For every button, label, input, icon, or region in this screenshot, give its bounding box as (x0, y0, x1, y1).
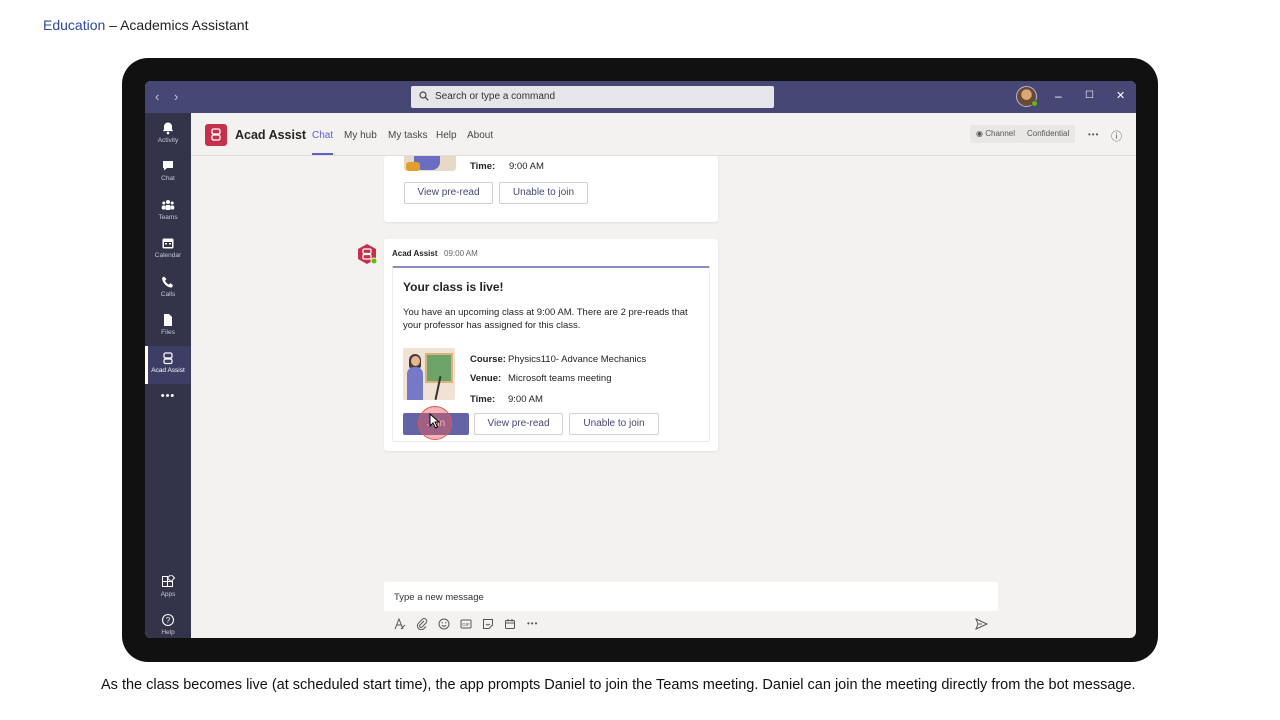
course-label: Course: (470, 354, 506, 365)
rail-item-apps[interactable]: Apps (145, 570, 191, 608)
course-value: Physics110- Advance Mechanics (508, 354, 647, 365)
more-apps-icon[interactable]: ••• (145, 390, 191, 428)
more-actions-icon[interactable]: ••• (527, 619, 538, 628)
rail-label: Calls (160, 291, 176, 298)
teams-icon (161, 200, 175, 210)
file-icon (164, 314, 172, 326)
emoji-icon[interactable] (438, 618, 450, 630)
bot-message-card: Acad Assist 09:00 AM Your class is live!… (384, 239, 718, 451)
message-sender: Acad Assist (392, 249, 438, 258)
search-input[interactable]: Search or type a command (411, 86, 774, 108)
maximize-icon[interactable]: ☐ (1085, 90, 1094, 101)
channel-badge: ◉ Channel (970, 125, 1022, 143)
unable-to-join-button[interactable]: Unable to join (569, 413, 659, 435)
card-body: You have an upcoming class at 9:00 AM. T… (403, 307, 688, 331)
rail-label: Acad Assist (151, 367, 185, 374)
tab-my-hub[interactable]: My hub (344, 130, 377, 141)
phone-icon (162, 276, 174, 288)
view-pre-read-button[interactable]: View pre-read (474, 413, 563, 435)
back-arrow-icon[interactable]: ‹ (155, 89, 159, 104)
close-icon[interactable]: ✕ (1116, 89, 1125, 102)
time-label: Time: (470, 394, 496, 405)
user-avatar[interactable] (1016, 86, 1038, 107)
breadcrumb-separator: – (109, 17, 117, 33)
minimize-icon[interactable]: – (1055, 89, 1062, 103)
slide-title: Academics Assistant (120, 17, 249, 33)
slide-header: Education – Academics Assistant (43, 17, 248, 33)
unable-to-join-button[interactable]: Unable to join (499, 182, 588, 204)
svg-text:?: ? (166, 616, 171, 625)
rail-item-teams[interactable]: Teams (145, 193, 191, 231)
previous-message-card: Time: 9:00 AM View pre-read Unable to jo… (384, 156, 718, 222)
time-value: 9:00 AM (508, 394, 543, 405)
eye-icon: ◉ (976, 129, 983, 138)
more-options-icon[interactable]: ••• (1088, 130, 1099, 139)
info-icon[interactable]: ⓘ (1111, 128, 1122, 144)
svg-text:GIF: GIF (462, 622, 470, 627)
rail-item-files[interactable]: Files (145, 308, 191, 346)
app-rail: Activity Chat Teams Calendar Calls Files… (145, 113, 191, 638)
rail-label: Files (161, 329, 175, 336)
time-label: Time: (470, 161, 496, 172)
rail-label: Apps (160, 591, 176, 598)
venue-label: Venue: (470, 373, 502, 384)
attach-icon[interactable] (416, 618, 428, 630)
bot-avatar (356, 243, 378, 265)
presence-dot (1031, 100, 1038, 107)
message-composer[interactable]: Type a new message (384, 582, 998, 611)
app-title: Acad Assist (235, 128, 307, 142)
bot-icon (163, 352, 173, 365)
tab-help[interactable]: Help (436, 130, 457, 141)
time-value: 9:00 AM (509, 161, 544, 172)
meet-icon[interactable] (504, 618, 516, 630)
rail-item-chat[interactable]: Chat (145, 154, 191, 192)
tab-my-tasks[interactable]: My tasks (388, 130, 427, 141)
active-tab-indicator (312, 153, 333, 155)
confidential-badge: Confidential (1021, 125, 1076, 143)
rail-label: Calendar (154, 252, 182, 259)
send-icon[interactable] (975, 618, 988, 630)
tab-chat[interactable]: Chat (312, 130, 333, 141)
acad-assist-logo (205, 124, 227, 146)
bell-icon (162, 122, 174, 135)
adaptive-card: Your class is live! You have an upcoming… (392, 266, 710, 442)
slide-caption: As the class becomes live (at scheduled … (101, 677, 1136, 693)
view-pre-read-button[interactable]: View pre-read (404, 182, 493, 204)
tab-about[interactable]: About (467, 130, 493, 141)
sticker-icon[interactable] (482, 618, 494, 630)
breadcrumb-education: Education (43, 17, 106, 33)
message-timestamp: 09:00 AM (444, 249, 478, 258)
calendar-icon (162, 238, 174, 249)
title-bar: ‹ › Search or type a command – ☐ ✕ (145, 81, 1136, 113)
app-header: Acad Assist Chat My hub My tasks Help Ab… (191, 113, 1136, 156)
class-illustration (403, 348, 455, 400)
bot-avatar-icon (358, 244, 378, 265)
apps-icon (162, 575, 175, 587)
format-icon[interactable] (394, 618, 406, 630)
rail-label: Teams (158, 214, 178, 221)
teams-window: ‹ › Search or type a command – ☐ ✕ Activ… (145, 81, 1136, 638)
forward-arrow-icon[interactable]: › (174, 89, 178, 104)
mouse-cursor-icon (429, 413, 441, 429)
gif-icon[interactable]: GIF (460, 618, 472, 630)
venue-value: Microsoft teams meeting (508, 373, 612, 384)
rail-label: Activity (157, 137, 179, 144)
rail-item-calls[interactable]: Calls (145, 270, 191, 308)
composer-placeholder: Type a new message (394, 592, 484, 603)
rail-label: Help (161, 629, 175, 636)
rail-item-calendar[interactable]: Calendar (145, 231, 191, 269)
help-icon: ? (161, 613, 175, 627)
rail-item-acad-assist[interactable]: Acad Assist (145, 346, 191, 384)
chat-icon (163, 161, 173, 171)
search-placeholder: Search or type a command (435, 91, 556, 102)
class-illustration (404, 156, 456, 171)
rail-item-activity[interactable]: Activity (145, 116, 191, 154)
rail-label: Chat (161, 175, 175, 182)
rail-item-help[interactable]: ? Help (145, 608, 191, 638)
search-icon (419, 91, 429, 101)
card-title: Your class is live! (403, 280, 504, 294)
